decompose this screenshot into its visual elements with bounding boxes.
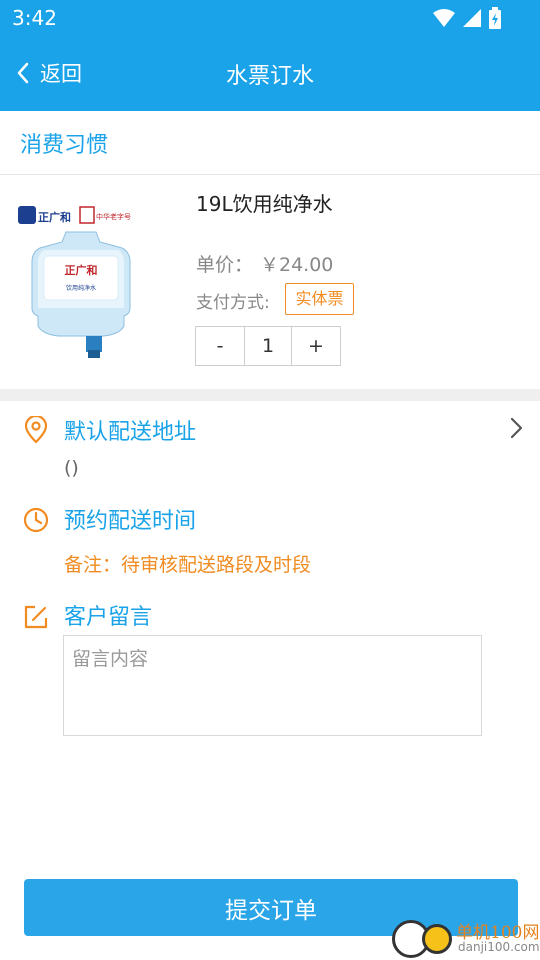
svg-text:正广和: 正广和	[65, 263, 98, 277]
section-title[interactable]: 消费习惯	[20, 127, 108, 159]
quantity-stepper: - 1 +	[195, 326, 341, 366]
battery-charging-icon	[489, 7, 501, 29]
payment-method-badge[interactable]: 实体票	[285, 283, 354, 315]
message-box	[63, 635, 482, 736]
payment-method-label: 支付方式:	[196, 293, 270, 313]
wifi-icon	[433, 9, 455, 27]
svg-text:中华老字号: 中华老字号	[96, 212, 131, 221]
price-value: ￥24.00	[260, 254, 334, 276]
watermark-logo: 单机100网 danji100.com	[392, 916, 540, 960]
status-time: 3:42	[12, 6, 57, 30]
chevron-right-icon[interactable]	[506, 416, 526, 440]
default-address-title[interactable]: 默认配送地址	[64, 414, 196, 446]
clock-icon	[23, 507, 49, 533]
product-image: 正广和 中华老字号 正广和 饮用纯净水	[14, 190, 148, 362]
cell-signal-icon	[463, 9, 481, 27]
decrement-button[interactable]: -	[196, 327, 244, 365]
watermark-icon-accent	[422, 924, 452, 954]
delivery-time-note: 备注：待审核配送路段及时段	[64, 554, 312, 576]
quantity-value[interactable]: 1	[244, 327, 292, 365]
consumption-habit-section: 消费习惯	[0, 111, 540, 175]
default-address-value: ()	[64, 457, 79, 479]
product-card: 正广和 中华老字号 正广和 饮用纯净水 19L饮用纯净水 单价： ￥24.00 …	[0, 176, 540, 389]
svg-text:饮用纯净水: 饮用纯净水	[66, 284, 96, 292]
status-icons	[432, 6, 502, 30]
app-bar: 返回 水票订水	[0, 36, 540, 111]
message-input[interactable]	[64, 636, 481, 735]
delivery-time-title[interactable]: 预约配送时间	[64, 503, 196, 535]
price-label: 单价：	[196, 254, 254, 276]
location-pin-icon	[24, 416, 48, 444]
increment-button[interactable]: +	[292, 327, 340, 365]
product-name: 19L饮用纯净水	[196, 192, 333, 216]
customer-message-title: 客户留言	[64, 605, 153, 630]
edit-icon	[24, 605, 48, 629]
page-title: 水票订水	[225, 64, 314, 89]
section-divider	[0, 389, 540, 401]
watermark-url: danji100.com	[458, 940, 540, 954]
status-bar: 3:42	[0, 0, 540, 36]
product-brand-logo: 正广和	[38, 210, 71, 224]
